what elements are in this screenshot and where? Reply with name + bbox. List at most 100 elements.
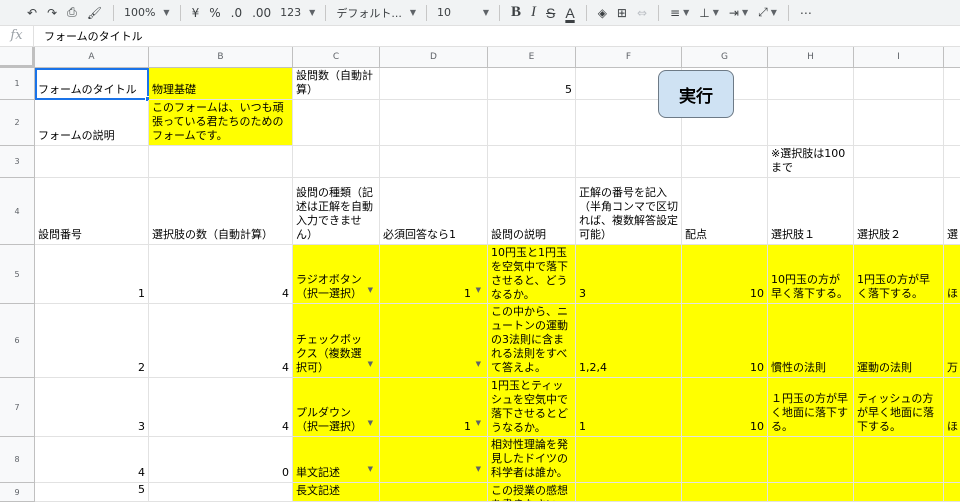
cell-f8[interactable]: [576, 437, 682, 483]
cell-i9[interactable]: [854, 483, 944, 502]
cell-j7[interactable]: ほ: [944, 378, 960, 437]
cell-g7[interactable]: 10: [682, 378, 768, 437]
zoom-select[interactable]: 100% ▼: [120, 2, 174, 24]
cell-a7[interactable]: 3: [35, 378, 149, 437]
number-format-select[interactable]: 123 ▼: [276, 2, 319, 24]
cell-i2[interactable]: [854, 100, 944, 146]
cell-d9[interactable]: [380, 483, 488, 502]
text-color-button[interactable]: A: [560, 2, 579, 24]
cell-h3[interactable]: ※選択肢は100まで: [768, 146, 854, 178]
cell-e8[interactable]: 相対性理論を発見したドイツの科学者は誰か。: [488, 437, 576, 483]
cell-c3[interactable]: [293, 146, 380, 178]
cell-e4[interactable]: 設問の説明: [488, 178, 576, 245]
cell-a1[interactable]: フォームのタイトル: [35, 68, 149, 100]
cell-b3[interactable]: [149, 146, 293, 178]
cell-a9[interactable]: 5: [35, 483, 149, 502]
cell-i8[interactable]: [854, 437, 944, 483]
cell-e6[interactable]: この中から、ニュートンの運動の3法則に含まれる法則をすべて答えよ。: [488, 304, 576, 378]
cell-f9[interactable]: [576, 483, 682, 502]
cell-h8[interactable]: [768, 437, 854, 483]
cell-j9[interactable]: [944, 483, 960, 502]
cell-b8[interactable]: 0: [149, 437, 293, 483]
cell-i1[interactable]: [854, 68, 944, 100]
fill-color-icon[interactable]: ◈: [593, 2, 612, 24]
cell-h4[interactable]: 選択肢１: [768, 178, 854, 245]
chevron-down-icon[interactable]: ▼: [476, 283, 481, 297]
cell-j4[interactable]: 選: [944, 178, 960, 245]
column-header-g[interactable]: G: [682, 47, 768, 68]
undo-icon[interactable]: ↶: [22, 2, 42, 24]
cell-c8-dropdown[interactable]: 単文記述 ▼: [293, 437, 380, 483]
print-icon[interactable]: ⎙: [62, 2, 82, 24]
currency-format-button[interactable]: ¥: [187, 2, 205, 24]
text-rotation-icon[interactable]: ⤢ ▼: [753, 2, 782, 24]
cell-g8[interactable]: [682, 437, 768, 483]
cell-b5[interactable]: 4: [149, 245, 293, 304]
cell-g5[interactable]: 10: [682, 245, 768, 304]
cell-a8[interactable]: 4: [35, 437, 149, 483]
row-header-3[interactable]: 3: [0, 146, 35, 178]
cell-i3[interactable]: [854, 146, 944, 178]
font-select[interactable]: デフォルト... ▼: [332, 2, 420, 24]
cell-j8[interactable]: [944, 437, 960, 483]
chevron-down-icon[interactable]: ▼: [368, 357, 373, 371]
cell-h1[interactable]: [768, 68, 854, 100]
column-header-c[interactable]: C: [293, 47, 380, 68]
cell-a5[interactable]: 1: [35, 245, 149, 304]
cell-a6[interactable]: 2: [35, 304, 149, 378]
cell-d1[interactable]: [380, 68, 488, 100]
cell-a4[interactable]: 設問番号: [35, 178, 149, 245]
chevron-down-icon[interactable]: ▼: [476, 462, 481, 476]
cell-i7[interactable]: ティッシュの方が早く地面に落下する。: [854, 378, 944, 437]
row-header-8[interactable]: 8: [0, 437, 35, 483]
column-header-i[interactable]: I: [854, 47, 944, 68]
cell-g9[interactable]: [682, 483, 768, 502]
cell-i6[interactable]: 運動の法則: [854, 304, 944, 378]
italic-button[interactable]: I: [526, 2, 541, 24]
cell-h7[interactable]: １円玉の方が早く地面に落下する。: [768, 378, 854, 437]
cell-c9[interactable]: 長文記述: [293, 483, 380, 502]
cell-d4[interactable]: 必須回答なら1: [380, 178, 488, 245]
cell-f6[interactable]: 1,2,4: [576, 304, 682, 378]
cell-g4[interactable]: 配点: [682, 178, 768, 245]
cell-e2[interactable]: [488, 100, 576, 146]
cell-a3[interactable]: [35, 146, 149, 178]
cell-e9[interactable]: この授業の感想を書きなさい: [488, 483, 576, 502]
cell-e7[interactable]: 1円玉とティッシュを空気中で落下させるとどうなるか。: [488, 378, 576, 437]
bold-button[interactable]: B: [506, 2, 526, 24]
chevron-down-icon[interactable]: ▼: [476, 416, 481, 430]
column-header-e[interactable]: E: [488, 47, 576, 68]
cell-c2[interactable]: [293, 100, 380, 146]
cell-d5-dropdown[interactable]: 1 ▼: [380, 245, 488, 304]
cell-e1[interactable]: 5: [488, 68, 576, 100]
cell-c4[interactable]: 設問の種類（記述は正解を自動入力できません）: [293, 178, 380, 245]
cell-d7-dropdown[interactable]: 1 ▼: [380, 378, 488, 437]
column-header-j[interactable]: [944, 47, 960, 68]
cell-b6[interactable]: 4: [149, 304, 293, 378]
cell-g3[interactable]: [682, 146, 768, 178]
cell-d8-dropdown[interactable]: ▼: [380, 437, 488, 483]
row-header-6[interactable]: 6: [0, 304, 35, 378]
cell-f3[interactable]: [576, 146, 682, 178]
formula-input[interactable]: フォームのタイトル: [34, 28, 143, 44]
cell-c1[interactable]: 設問数（自動計算）: [293, 68, 380, 100]
cell-d3[interactable]: [380, 146, 488, 178]
cell-f7[interactable]: 1: [576, 378, 682, 437]
decrease-decimal-button[interactable]: .0: [226, 2, 247, 24]
column-header-a[interactable]: A: [35, 47, 149, 68]
cell-e3[interactable]: [488, 146, 576, 178]
column-header-f[interactable]: F: [576, 47, 682, 68]
column-header-h[interactable]: H: [768, 47, 854, 68]
paint-format-icon[interactable]: 🖌: [82, 2, 107, 24]
horizontal-align-icon[interactable]: ≡ ▼: [665, 2, 694, 24]
chevron-down-icon[interactable]: ▼: [368, 283, 373, 297]
cell-c7-dropdown[interactable]: プルダウン（択一選択） ▼: [293, 378, 380, 437]
cell-f5[interactable]: 3: [576, 245, 682, 304]
cell-a2[interactable]: フォームの説明: [35, 100, 149, 146]
cell-e5[interactable]: 10円玉と1円玉を空気中で落下させると、どうなるか。: [488, 245, 576, 304]
cell-b1[interactable]: 物理基礎: [149, 68, 293, 100]
cell-d6-dropdown[interactable]: ▼: [380, 304, 488, 378]
row-header-2[interactable]: 2: [0, 100, 35, 146]
text-wrap-icon[interactable]: ⇥ ▼: [724, 2, 753, 24]
cell-j5[interactable]: ほ: [944, 245, 960, 304]
